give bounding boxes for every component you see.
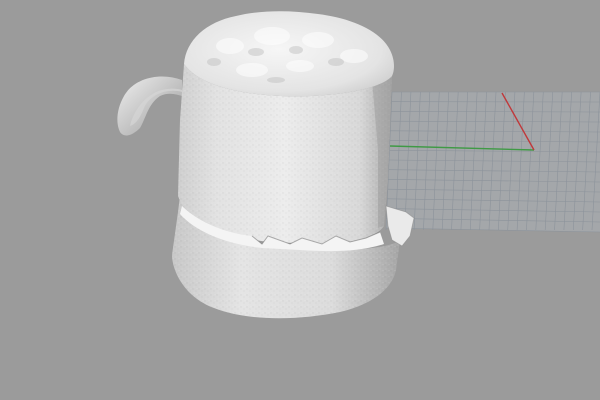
mug-handle [117, 76, 182, 136]
construction-grid [385, 91, 600, 233]
mug-model[interactable] [117, 11, 415, 319]
viewport-scene[interactable] [0, 0, 600, 400]
3d-viewport[interactable] [0, 0, 600, 400]
